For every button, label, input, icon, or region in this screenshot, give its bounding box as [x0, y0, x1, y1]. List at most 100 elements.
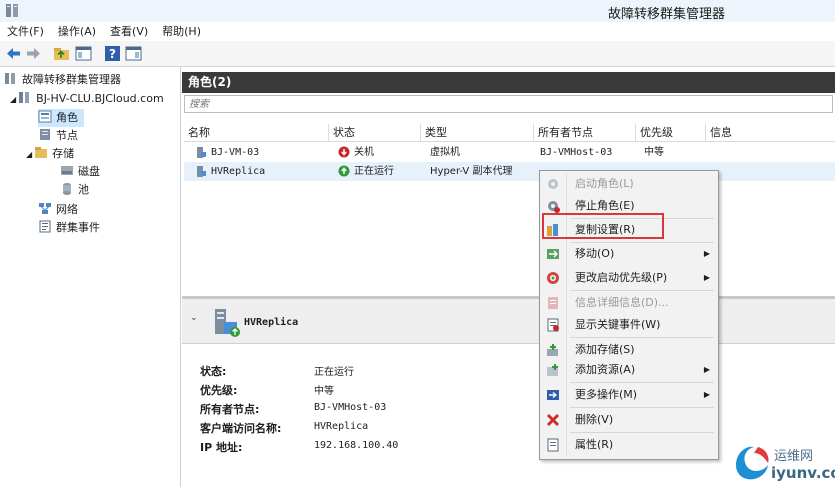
watermark-text: 运维网: [774, 449, 814, 464]
menu-view[interactable]: 查看(V): [103, 22, 155, 41]
detail-value-owner-node: BJ-VMHost-03: [314, 402, 387, 413]
tree-root[interactable]: 故障转移群集管理器: [4, 71, 121, 89]
info-details-icon: [548, 297, 558, 309]
critical-events-icon: [547, 318, 559, 332]
cluster-icon: [19, 92, 30, 103]
menu-item-information-details[interactable]: 信息详细信息(D)...: [540, 292, 718, 314]
running-status-icon: [338, 165, 350, 184]
menu-separator: [570, 290, 714, 291]
column-header-owner-node[interactable]: 所有者节点: [533, 124, 635, 141]
column-header-information[interactable]: 信息: [705, 124, 835, 141]
tree-item-pools[interactable]: 池: [60, 181, 89, 199]
storage-folder-icon: [35, 147, 48, 158]
row-status: 关机: [354, 147, 374, 158]
tree-item-pools-label: 池: [78, 183, 89, 196]
tree-item-storage-label: 存储: [52, 147, 75, 160]
submenu-arrow-icon: ▶: [703, 249, 710, 258]
show-hide-console-tree-icon[interactable]: [75, 45, 92, 62]
tree-item-roles[interactable]: 角色: [38, 109, 84, 127]
tree-item-storage[interactable]: ◢ 存储: [26, 145, 74, 163]
menu-item-show-critical-events[interactable]: 显示关键事件(W): [540, 314, 718, 336]
menu-separator: [570, 432, 714, 433]
menu-separator: [570, 382, 714, 383]
detail-label-ip-address: IP 地址:: [200, 441, 243, 454]
tree-item-networks[interactable]: 网络: [38, 201, 78, 219]
row-type: 虚拟机: [430, 147, 460, 158]
row-name: HVReplica: [211, 166, 266, 177]
search-box[interactable]: [184, 95, 833, 113]
properties-icon: [547, 438, 559, 452]
detail-value-priority: 中等: [314, 386, 334, 397]
forward-arrow-icon[interactable]: [25, 45, 42, 62]
toolbar: ?: [0, 41, 835, 67]
add-resource-icon: [547, 364, 558, 376]
tree-item-cluster-events[interactable]: 群集事件: [38, 219, 100, 237]
table-row[interactable]: BJ-VM-03 关机 虚拟机 BJ-VMHost-03 中等: [184, 143, 835, 162]
expand-arrow-icon[interactable]: ◢: [26, 150, 32, 159]
detail-value-client-access-name: HVReplica: [314, 421, 369, 432]
back-arrow-icon[interactable]: [5, 45, 22, 62]
menu-item-move[interactable]: 移动(O) ▶: [540, 243, 718, 265]
cluster-events-icon: [39, 220, 51, 233]
menu-help[interactable]: 帮助(H): [155, 22, 208, 41]
search-input[interactable]: [185, 96, 832, 112]
row-status: 正在运行: [354, 166, 394, 177]
tree-item-nodes-label: 节点: [56, 129, 78, 142]
tree-item-networks-label: 网络: [56, 203, 78, 216]
menu-action[interactable]: 操作(A): [51, 22, 103, 41]
column-header-type[interactable]: 类型: [420, 124, 533, 141]
menu-bar: 文件(F) 操作(A) 查看(V) 帮助(H): [0, 22, 835, 41]
watermark-logo: [736, 446, 769, 480]
window-title: 故障转移群集管理器: [607, 7, 725, 22]
menu-item-more-actions[interactable]: 更多操作(M) ▶: [540, 384, 718, 406]
watermark-url: iyunv.com: [771, 464, 835, 482]
roles-pane-header: 角色(2): [182, 72, 835, 93]
detail-label-owner-node: 所有者节点:: [200, 403, 260, 416]
submenu-arrow-icon: ▶: [703, 365, 710, 374]
row-owner: BJ-VMHost-03: [540, 147, 613, 158]
roles-icon: [38, 110, 52, 123]
tree-item-disks[interactable]: 磁盘: [60, 163, 100, 181]
menu-item-properties[interactable]: 属性(R): [540, 434, 718, 456]
detail-label-status: 状态:: [200, 365, 227, 378]
tree-cluster[interactable]: ◢ BJ-HV-CLU.BJCloud.com: [10, 90, 164, 108]
column-header-status[interactable]: 状态: [328, 124, 420, 141]
detail-title: HVReplica: [244, 317, 299, 328]
priority-icon: [547, 272, 559, 284]
detail-pane-header: ⌄ HVReplica: [182, 299, 835, 344]
menu-item-start-role[interactable]: 启动角色(L): [540, 173, 718, 195]
row-type: Hyper-V 副本代理: [430, 166, 513, 177]
menu-item-add-resource[interactable]: 添加资源(A) ▶: [540, 359, 718, 381]
menu-separator: [570, 337, 714, 338]
detail-label-priority: 优先级:: [200, 384, 238, 397]
menu-item-delete[interactable]: 删除(V): [540, 409, 718, 431]
submenu-arrow-icon: ▶: [703, 390, 710, 399]
disks-icon: [61, 166, 73, 175]
nodes-icon: [40, 129, 50, 140]
pool-icon: [63, 183, 71, 195]
up-folder-icon[interactable]: [53, 45, 70, 62]
table-row[interactable]: HVReplica 正在运行 Hyper-V 副本代理: [184, 162, 835, 181]
expand-arrow-icon[interactable]: ◢: [10, 95, 16, 104]
stop-role-icon: [548, 201, 560, 213]
tree-cluster-label: BJ-HV-CLU.BJCloud.com: [36, 92, 164, 105]
menu-file[interactable]: 文件(F): [0, 22, 51, 41]
menu-item-change-startup-priority[interactable]: 更改启动优先级(P) ▶: [540, 267, 718, 289]
tree-item-cluster-events-label: 群集事件: [56, 221, 100, 234]
menu-separator: [570, 407, 714, 408]
column-header-name[interactable]: 名称: [184, 124, 328, 141]
tree-item-disks-label: 磁盘: [78, 165, 100, 178]
tree-item-roles-label: 角色: [56, 111, 78, 124]
menu-item-add-storage[interactable]: 添加存储(S): [540, 339, 718, 361]
column-header-priority[interactable]: 优先级: [635, 124, 705, 141]
collapse-chevron-icon[interactable]: ⌄: [190, 313, 198, 323]
annotation-highlight-box: [542, 213, 664, 239]
roles-table-header: 名称 状态 类型 所有者节点 优先级 信息: [184, 124, 835, 142]
move-icon: [547, 249, 559, 259]
row-name: BJ-VM-03: [211, 147, 260, 158]
tree-item-nodes[interactable]: 节点: [38, 127, 78, 145]
show-hide-action-pane-icon[interactable]: [125, 45, 142, 62]
cluster-manager-icon: [5, 73, 15, 84]
row-priority: 中等: [644, 147, 664, 158]
help-icon[interactable]: ?: [104, 45, 121, 62]
